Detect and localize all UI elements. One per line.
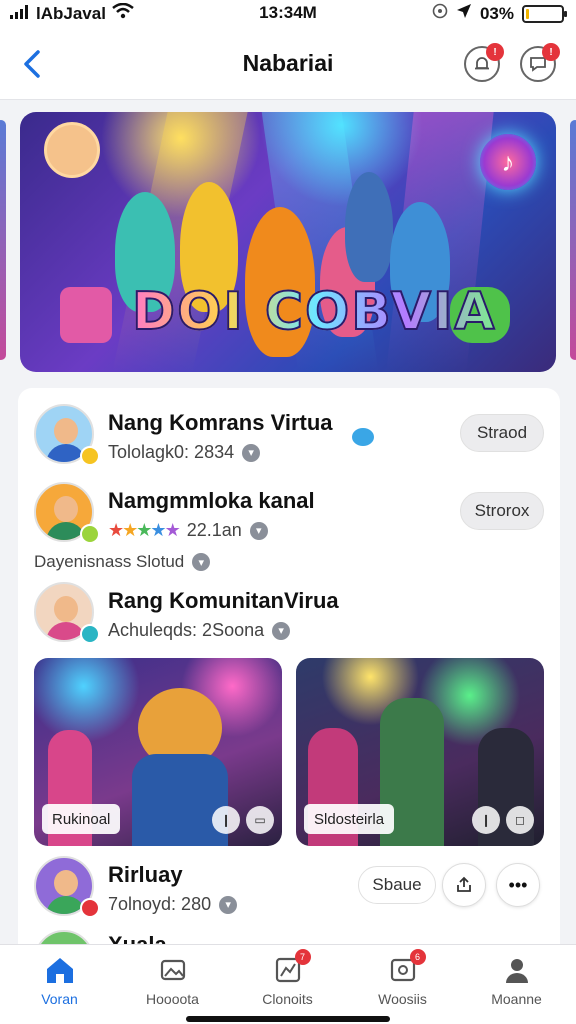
battery-percent: 03% — [479, 3, 514, 23]
game-icon: 6 — [388, 949, 426, 985]
photo-card[interactable]: Sldosteirla ❙ ◻ — [296, 658, 544, 846]
pause-icon[interactable]: ❙ — [472, 806, 500, 834]
row-subtitle: 7olnoyd: 280 ▾ — [108, 894, 238, 915]
home-indicator[interactable] — [186, 1016, 390, 1022]
photo-label: Sldosteirla — [304, 804, 395, 834]
tab-badge: 7 — [294, 949, 311, 965]
battery-fill — [526, 8, 529, 19]
live-badge-icon — [80, 898, 100, 918]
chevron-down-icon[interactable]: ▾ — [249, 521, 268, 540]
camera-sticker — [60, 287, 112, 343]
banner-carousel[interactable]: ♪ DOI COBVIA — [0, 100, 576, 386]
list-item[interactable]: Rang KomunitanVirua Achuleqds: 2Soona ▾ — [18, 580, 560, 652]
more-icon[interactable]: ••• — [496, 863, 540, 907]
gallery-icon — [158, 955, 188, 985]
header: Nabariai ! ! — [0, 30, 576, 100]
illustration-person — [345, 172, 393, 282]
profile-icon — [502, 955, 532, 985]
avatar-head — [54, 418, 78, 444]
row-subtitle-text: 7olnoyd: 280 — [108, 894, 212, 914]
featured-banner[interactable]: ♪ DOI COBVIA — [20, 112, 556, 372]
image-icon[interactable]: ▭ — [246, 806, 274, 834]
photo-label: Rukinoal — [42, 804, 121, 834]
battery-icon — [522, 4, 567, 23]
tab-label: Clonoits — [262, 991, 313, 1007]
chevron-down-icon[interactable]: ▾ — [272, 621, 291, 640]
stop-icon[interactable]: ◻ — [506, 806, 534, 834]
row-subtitle: Tololagk0: 2834 ▾ — [108, 442, 261, 463]
tab-home[interactable]: Voran — [2, 955, 117, 1007]
row-title: Rirluay — [108, 862, 183, 887]
avatar-head — [54, 496, 78, 522]
avatar-head — [54, 596, 78, 622]
location-icon — [456, 3, 472, 24]
status-right: 03% — [432, 3, 567, 24]
row-extra-text: Dayenisnass Slotud — [34, 552, 185, 571]
leaf-badge-icon — [80, 524, 100, 544]
row-extra-line: Dayenisnass Slotud ▾ — [34, 552, 211, 572]
photo-card[interactable]: Rukinoal ❙ ▭ — [34, 658, 282, 846]
pause-icon[interactable]: ❙ — [212, 806, 240, 834]
chevron-down-icon[interactable]: ▾ — [219, 895, 238, 914]
avatar-head — [54, 870, 78, 896]
emoji-badge-icon — [80, 446, 100, 466]
home-icon — [45, 955, 75, 985]
rating-stars: ★★★★★ — [108, 520, 181, 540]
row-subtitle-text: Achuleqds: 2Soona — [108, 620, 265, 640]
tab-label: Hoooota — [146, 991, 199, 1007]
row-title: Rang KomunitanVirua — [108, 588, 339, 613]
messages-button[interactable]: ! — [520, 43, 560, 82]
tab-charts[interactable]: 7 Clonoits — [230, 949, 345, 1007]
notification-badge: ! — [486, 43, 504, 61]
row-title: Nang Komrans Virtua — [108, 410, 333, 435]
tab-label: Woosiis — [378, 991, 427, 1007]
row-title: Namgmmloka kanal — [108, 488, 315, 513]
chevron-down-icon[interactable]: ▾ — [192, 553, 211, 571]
tab-label: Moanne — [491, 991, 542, 1007]
verified-badge-icon — [80, 624, 100, 644]
tab-profile[interactable]: Moanne — [459, 955, 574, 1007]
chart-icon: 7 — [273, 949, 311, 985]
carousel-next-peek[interactable] — [570, 120, 576, 360]
bottom-tab-bar: Voran Hoooota 7 Clonoits 6 Woosiis Moann… — [0, 944, 576, 1024]
list-item[interactable]: Namgmmloka kanal ★★★★★ 22.1an ▾ Strorox … — [18, 480, 560, 576]
share-button[interactable]: Straod — [460, 414, 544, 452]
notifications-button[interactable]: ! — [464, 43, 504, 82]
share-icon[interactable] — [442, 863, 486, 907]
message-badge: ! — [542, 43, 560, 61]
music-note-icon: ♪ — [480, 134, 536, 190]
tab-gallery[interactable]: Hoooota — [115, 955, 230, 1007]
chevron-down-icon[interactable]: ▾ — [242, 443, 261, 462]
row-subtitle-text: Tololagk0: 2834 — [108, 442, 235, 462]
tab-games[interactable]: 6 Woosiis — [345, 949, 460, 1007]
carousel-prev-peek[interactable] — [0, 120, 6, 360]
row-subtitle-text: 22.1an — [186, 520, 242, 540]
row-subtitle: Achuleqds: 2Soona ▾ — [108, 620, 291, 641]
save-button[interactable]: Sbaue — [358, 866, 436, 904]
banner-title: DOI COBVIA — [131, 281, 497, 343]
chat-bubble-icon — [352, 428, 374, 446]
row-subtitle: ★★★★★ 22.1an ▾ — [108, 520, 268, 541]
tab-badge: 6 — [409, 949, 426, 965]
status-bar: lAbJaval 13:34M 03% — [0, 0, 576, 30]
community-list-card: Nang Komrans Virtua Tololagk0: 2834 ▾ St… — [18, 388, 560, 968]
banner-avatar — [44, 122, 100, 178]
list-item[interactable]: Nang Komrans Virtua Tololagk0: 2834 ▾ St… — [18, 402, 560, 472]
share-button[interactable]: Strorox — [460, 492, 544, 530]
mascot-body — [132, 754, 228, 846]
list-item[interactable]: Rirluay 7olnoyd: 280 ▾ Sbaue ••• — [18, 854, 560, 924]
tab-label: Voran — [41, 991, 78, 1007]
rotation-lock-icon — [432, 3, 448, 24]
